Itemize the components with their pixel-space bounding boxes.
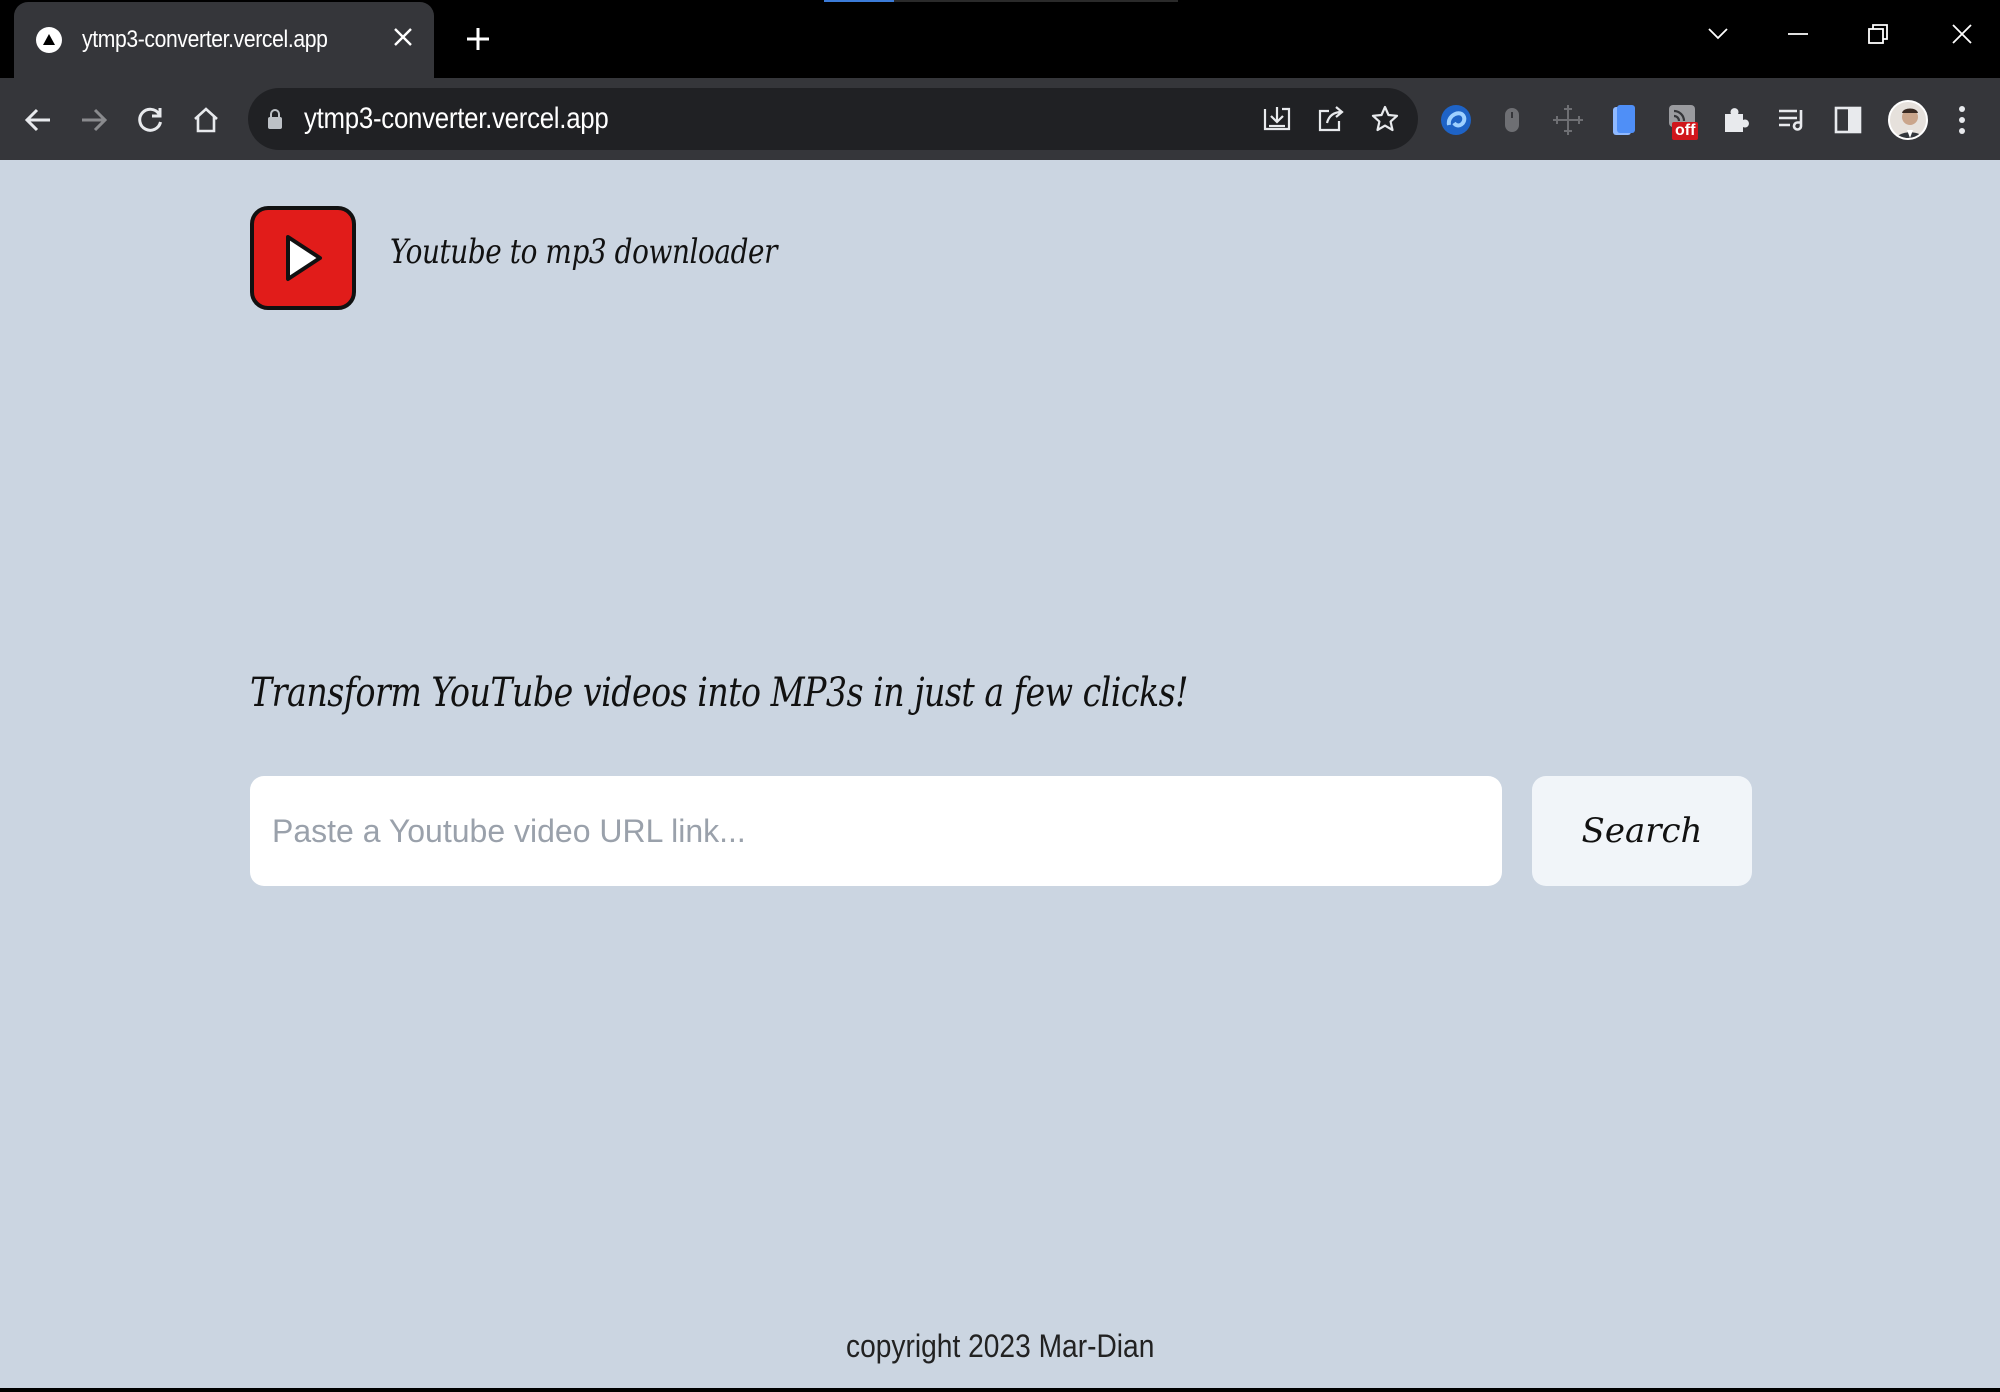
footer-copyright: copyright 2023 Mar-Dian bbox=[0, 1328, 2000, 1365]
brand-title: Youtube to mp3 downloader bbox=[390, 232, 778, 272]
reload-icon[interactable] bbox=[128, 98, 172, 142]
more-menu-icon[interactable] bbox=[1942, 100, 1982, 140]
extension-mouse-icon[interactable] bbox=[1492, 100, 1532, 140]
window-close-icon[interactable] bbox=[1942, 14, 1982, 54]
page-tagline: Transform YouTube videos into MP3s in ju… bbox=[250, 670, 1189, 716]
restore-icon[interactable] bbox=[1858, 14, 1898, 54]
share-icon[interactable] bbox=[1314, 102, 1348, 136]
lock-icon[interactable] bbox=[268, 108, 282, 135]
address-bar[interactable]: ytmp3-converter.vercel.app bbox=[248, 88, 1418, 150]
address-url-text: ytmp3-converter.vercel.app bbox=[304, 102, 609, 135]
browser-toolbar: ytmp3-converter.vercel.app off bbox=[0, 78, 2000, 160]
tab-title: ytmp3-converter.vercel.app bbox=[82, 26, 328, 53]
browser-title-bar: ytmp3-converter.vercel.app bbox=[0, 0, 2000, 78]
extension-measure-icon[interactable] bbox=[1548, 100, 1588, 140]
tab-search-chevron-icon[interactable] bbox=[1698, 14, 1738, 54]
back-arrow-icon[interactable] bbox=[16, 98, 60, 142]
new-tab-button[interactable] bbox=[458, 18, 498, 58]
video-url-input[interactable] bbox=[250, 776, 1502, 886]
tab-close-icon[interactable] bbox=[388, 24, 418, 54]
install-app-icon[interactable] bbox=[1260, 102, 1294, 136]
extension-cast-off-icon[interactable]: off bbox=[1662, 100, 1702, 140]
home-icon[interactable] bbox=[184, 98, 228, 142]
extension-phone-icon[interactable] bbox=[1604, 100, 1644, 140]
side-panel-icon[interactable] bbox=[1828, 100, 1868, 140]
top-progress-bar bbox=[824, 0, 1178, 2]
bookmark-star-icon[interactable] bbox=[1368, 102, 1402, 136]
minimize-icon[interactable] bbox=[1778, 14, 1818, 54]
search-button[interactable]: Search bbox=[1532, 776, 1752, 886]
media-queue-icon[interactable] bbox=[1772, 100, 1812, 140]
vercel-favicon-icon bbox=[36, 27, 62, 53]
window-bottom-edge bbox=[0, 1388, 2000, 1392]
extension-swirl-icon[interactable] bbox=[1436, 100, 1476, 140]
browser-tab-active[interactable]: ytmp3-converter.vercel.app bbox=[14, 2, 434, 78]
extensions-puzzle-icon[interactable] bbox=[1716, 100, 1756, 140]
forward-arrow-icon[interactable] bbox=[72, 98, 116, 142]
youtube-play-logo-icon[interactable] bbox=[250, 206, 356, 310]
copyright-text: copyright 2023 Mar-Dian bbox=[845, 1328, 1155, 1364]
page-content: Youtube to mp3 downloader Transform YouT… bbox=[0, 160, 2000, 1388]
profile-avatar[interactable] bbox=[1888, 100, 1928, 140]
extension-off-badge: off bbox=[1672, 122, 1699, 140]
